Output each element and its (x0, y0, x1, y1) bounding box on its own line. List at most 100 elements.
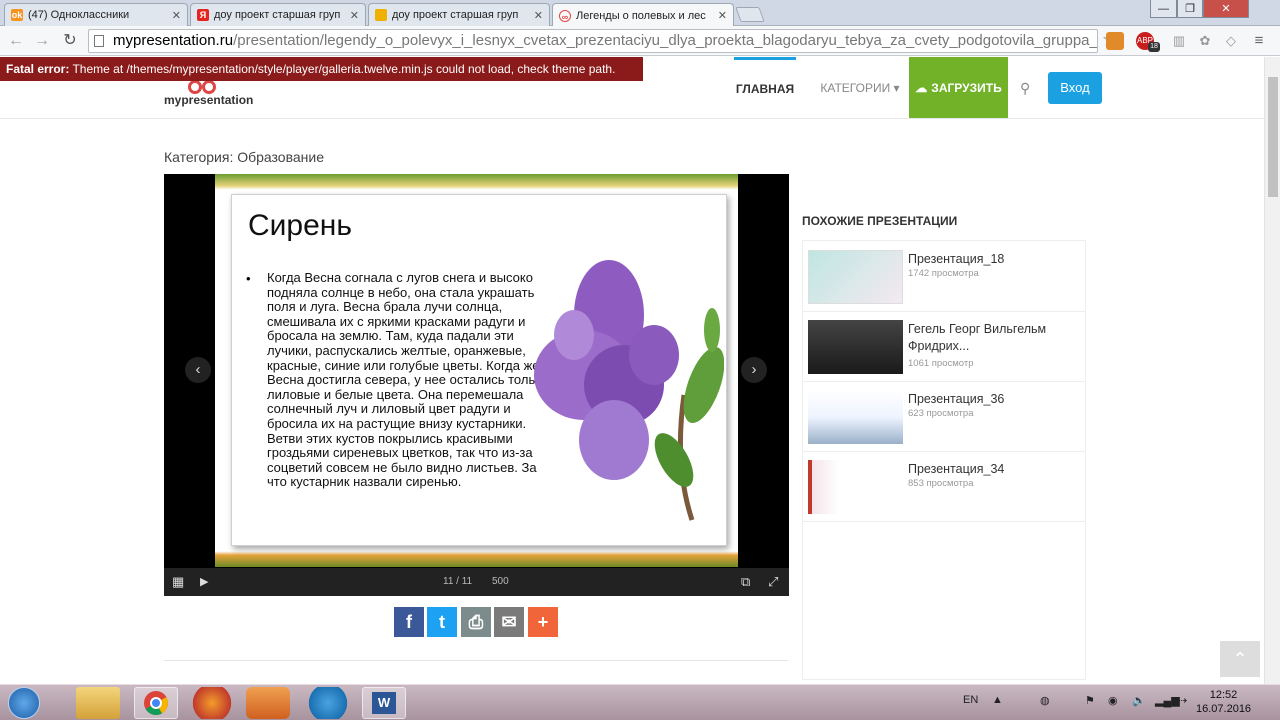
browser-toolbar: ← → ↻ mypresentation.ru/presentation/leg… (0, 26, 1280, 56)
lilac-image (534, 260, 724, 521)
site-logo[interactable]: mypresentation (164, 93, 253, 107)
ie-taskbar-icon[interactable] (306, 687, 350, 719)
tab-folder[interactable]: доу проект старшая груп ✕ (368, 3, 550, 26)
language-indicator[interactable]: EN (963, 694, 978, 706)
email-share-button[interactable]: ✉ (494, 607, 524, 637)
page-scrollbar[interactable] (1264, 57, 1280, 685)
firefox-taskbar-icon[interactable] (190, 687, 234, 719)
tab-odnoklassniki[interactable]: ok (47) Одноклассники ✕ (4, 3, 188, 26)
list-item[interactable]: Презентация_18 1742 просмотра (802, 242, 1086, 312)
error-message: Theme at /themes/mypresentation/style/pl… (69, 62, 616, 76)
yandex-icon: Я (197, 9, 209, 21)
tab-mypresentation[interactable]: ∞ Легенды о полевых и лес ✕ (552, 3, 734, 27)
camera-icon[interactable]: ◉ (1108, 694, 1118, 707)
logo-icon[interactable] (188, 80, 224, 94)
address-bar[interactable]: mypresentation.ru/presentation/legendy_o… (88, 29, 1098, 53)
windows-taskbar: W EN ▲ ◍ ⚑ ◉ 🔈 ▂▄▆ ⇢ 12:52 16.07.2016 (0, 684, 1280, 720)
presentation-thumbnail[interactable] (808, 460, 903, 514)
tray-app-icon[interactable]: ◍ (1040, 694, 1050, 707)
extension-icon[interactable] (1106, 32, 1124, 50)
category-label: Категория: Образование (164, 149, 325, 165)
presentation-title[interactable]: Гегель Георг Вильгельм Фридрих... (908, 321, 1078, 355)
forward-icon[interactable]: → (32, 31, 52, 51)
close-icon[interactable]: ✕ (172, 9, 181, 22)
list-item[interactable]: Презентация_34 853 просмотра (802, 452, 1086, 522)
fullscreen-icon[interactable]: ⤢ (768, 574, 778, 590)
arrow-icon[interactable]: ⇢ (1178, 694, 1187, 707)
presentation-thumbnail[interactable] (808, 390, 903, 444)
player-controls: ▦ ▶ 11 / 11 500 ⧉ ⤢ (164, 568, 789, 596)
presentation-title[interactable]: Презентация_36 (908, 391, 1078, 408)
tab-title: (47) Одноклассники (28, 9, 130, 21)
facebook-share-button[interactable]: f (394, 607, 424, 637)
new-tab-button[interactable] (735, 7, 765, 22)
tab-title: доу проект старшая груп (392, 9, 519, 21)
volume-icon[interactable]: 🔈 (1132, 694, 1146, 707)
url-host: mypresentation.ru (113, 32, 234, 49)
search-icon[interactable]: ⚲ (1020, 80, 1030, 97)
fatal-error-banner: Fatal error: Theme at /themes/mypresenta… (0, 57, 643, 81)
upload-button[interactable]: ☁ ЗАГРУЗИТЬ (909, 57, 1008, 118)
chrome-taskbar-icon[interactable] (134, 687, 178, 719)
presentation-thumbnail[interactable] (808, 250, 903, 304)
view-count: 623 просмотра (908, 408, 974, 419)
flag-icon[interactable]: ⚑ (1085, 694, 1095, 707)
nav-categories[interactable]: КАТЕГОРИИ ▾ (814, 57, 906, 118)
bookmarks-icon[interactable]: ▥ (1170, 32, 1188, 50)
close-icon[interactable]: ✕ (534, 9, 543, 22)
menu-icon[interactable]: ≡ (1250, 32, 1268, 50)
close-icon[interactable]: ✕ (718, 9, 727, 22)
presentation-thumbnail[interactable] (808, 320, 903, 374)
list-item[interactable]: Гегель Георг Вильгельм Фридрих... 1061 п… (802, 312, 1086, 382)
play-icon[interactable]: ▶ (200, 575, 208, 588)
explorer-taskbar-icon[interactable] (76, 687, 120, 719)
page-icon (94, 35, 104, 47)
presentation-title[interactable]: Презентация_18 (908, 251, 1078, 268)
back-to-top-button[interactable]: ⌃ (1220, 641, 1260, 677)
scrollbar-thumb[interactable] (1268, 77, 1278, 197)
tray-chevron-icon[interactable]: ▲ (992, 694, 1003, 706)
popout-icon[interactable]: ⧉ (741, 574, 750, 590)
start-button[interactable] (8, 687, 40, 719)
next-slide-button[interactable]: › (741, 357, 767, 383)
tab-title: Легенды о полевых и лес (576, 9, 706, 22)
tab-bar: ok (47) Одноклассники ✕ Я доу проект ста… (0, 0, 1280, 27)
twitter-share-button[interactable]: t (427, 607, 457, 637)
word-taskbar-icon[interactable]: W (362, 687, 406, 719)
cloud-upload-icon: ☁ (915, 80, 928, 95)
shield-icon[interactable]: ◇ (1222, 32, 1240, 50)
mypresentation-icon: ∞ (559, 9, 571, 22)
reload-icon[interactable]: ↻ (60, 31, 80, 51)
view-count: 1742 просмотра (908, 268, 979, 279)
similar-presentations-heading: ПОХОЖИЕ ПРЕЗЕНТАЦИИ (802, 214, 958, 228)
adblock-badge: 18 (1148, 42, 1160, 52)
prev-slide-button[interactable]: ‹ (185, 357, 211, 383)
maximize-button[interactable]: ❐ (1177, 0, 1203, 18)
error-label: Fatal error: (6, 62, 70, 76)
clock-time: 12:52 (1209, 689, 1238, 701)
view-count: 853 просмотра (908, 478, 974, 489)
tab-yandex[interactable]: Я доу проект старшая груп ✕ (190, 3, 366, 26)
slide-counter: 11 / 11 (443, 576, 473, 587)
print-button[interactable]: ⎙ (461, 607, 491, 637)
url-path: /presentation/legendy_o_polevyx_i_lesnyx… (233, 32, 1098, 49)
upload-label: ЗАГРУЗИТЬ (931, 80, 1002, 95)
close-icon[interactable]: ✕ (350, 9, 359, 22)
clock[interactable]: 12:52 16.07.2016 (1196, 688, 1251, 716)
presentation-title[interactable]: Презентация_34 (908, 461, 1078, 478)
network-icon[interactable]: ▂▄▆ (1155, 694, 1180, 707)
minimize-button[interactable]: — (1150, 0, 1177, 18)
puzzle-icon[interactable]: ✿ (1196, 32, 1214, 50)
back-icon[interactable]: ← (6, 31, 26, 51)
slide-bullet: • (246, 271, 251, 286)
folder-icon (375, 9, 387, 21)
grid-icon[interactable]: ▦ (172, 574, 184, 590)
list-item[interactable]: Презентация_36 623 просмотра (802, 382, 1086, 452)
close-window-button[interactable]: ✕ (1203, 0, 1249, 18)
media-taskbar-icon[interactable] (246, 687, 290, 719)
clock-date: 16.07.2016 (1196, 703, 1252, 715)
more-share-button[interactable]: + (528, 607, 558, 637)
nav-home[interactable]: ГЛАВНАЯ (734, 57, 796, 118)
slide-size: 500 (492, 576, 509, 587)
login-button[interactable]: Вход (1048, 72, 1102, 104)
